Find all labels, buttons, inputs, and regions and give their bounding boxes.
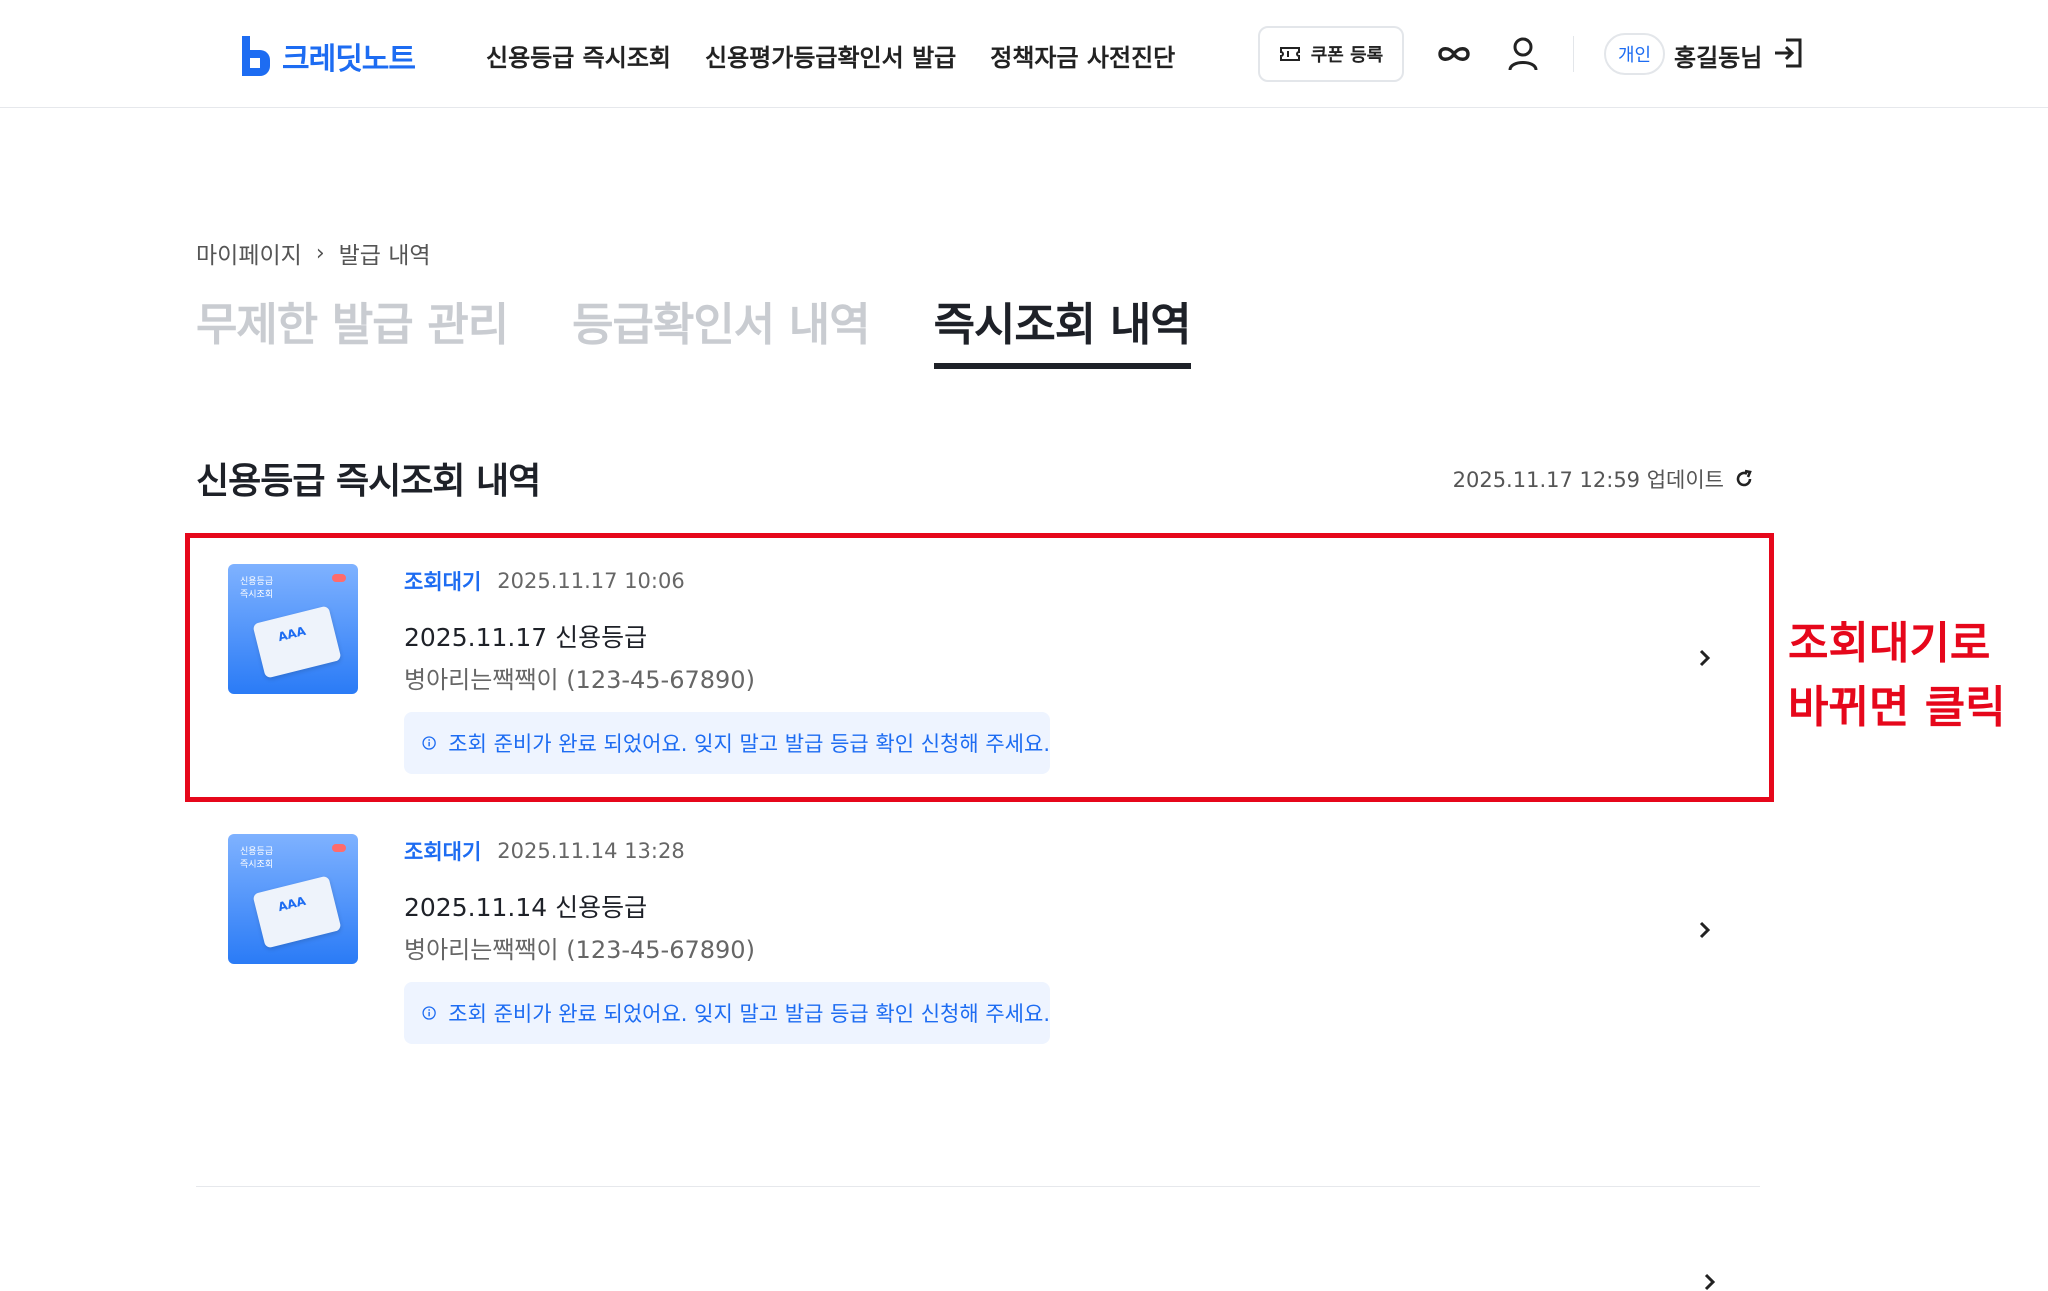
notice-text: 조회 준비가 완료 되었어요. 잊지 말고 발급 등급 확인 신청해 주세요. [448,1002,1050,1026]
thumb-card: AAA [252,875,342,949]
breadcrumb-mypage[interactable]: 마이페이지 [196,236,302,270]
highlight-box [185,533,1774,802]
tab-unlimited-issue[interactable]: 무제한 발급 관리 [196,288,509,369]
annotation-line-1: 조회대기로 [1788,618,1991,669]
chevron-right-icon[interactable] [1694,920,1714,940]
tab-certificate-history[interactable]: 등급확인서 내역 [572,288,870,369]
nav-policy-fund[interactable]: 정책자금 사전진단 [990,38,1175,73]
thumb-grade: AAA [276,893,308,915]
last-updated-text: 2025.11.17 12:59 업데이트 [1452,468,1724,492]
top-header: 크레딧노트 신용등급 즉시조회 신용평가등급확인서 발급 정책자금 사전진단 쿠… [0,0,2048,108]
status-line: 조회대기 2025.11.14 13:28 [404,836,685,866]
credit-thumbnail: 신용등급 즉시조회 AAA [228,834,358,964]
person-icon [1508,37,1538,71]
info-notice: 조회 준비가 완료 되었어요. 잊지 말고 발급 등급 확인 신청해 주세요. [404,982,1050,1044]
breadcrumb-separator: › [315,240,325,266]
logout-icon[interactable] [1772,36,1806,70]
logo-text: 크레딧노트 [282,42,416,77]
annotation-line-2: 바뀌면 클릭 [1788,682,2006,733]
profile-button[interactable] [1503,34,1543,74]
status-badge: 조회대기 [404,840,482,864]
list-divider [196,1186,1760,1187]
item-company: 병아리는짹짹이 (123-45-67890) [404,936,755,964]
annotation-text: 조회대기로 바뀌면 클릭 [1788,612,2006,740]
unlimited-button[interactable] [1434,34,1474,74]
user-name[interactable]: 홍길동님 [1674,38,1762,73]
breadcrumb: 마이페이지 › 발급 내역 [196,236,431,270]
header-divider [1573,36,1574,72]
coupon-register-label: 쿠폰 등록 [1310,45,1384,66]
logo[interactable]: 크레딧노트 [240,34,416,78]
nav-certificate-issue[interactable]: 신용평가등급확인서 발급 [705,38,956,73]
nav-instant-grade[interactable]: 신용등급 즉시조회 [486,38,671,73]
thumb-pill [332,844,346,852]
refresh-icon[interactable] [1734,469,1754,489]
tab-instant-history[interactable]: 즉시조회 내역 [933,288,1192,369]
logo-mark-icon [242,36,270,76]
chevron-right-icon[interactable] [1699,1272,1719,1291]
list-item[interactable]: 신용등급 즉시조회 AAA 조회대기 2025.11.14 13:28 2025… [196,806,1760,1056]
last-updated[interactable]: 2025.11.17 12:59 업데이트 [1453,464,1754,494]
breadcrumb-current: 발급 내역 [338,243,431,269]
main-nav: 신용등급 즉시조회 신용평가등급확인서 발급 정책자금 사전진단 [486,38,1175,73]
item-title: 2025.11.14 신용등급 [404,893,648,922]
thumb-label: 신용등급 즉시조회 [240,847,274,870]
coupon-register-button[interactable]: 쿠폰 등록 [1258,26,1404,82]
ticket-icon [1279,47,1300,61]
info-icon [422,1006,436,1020]
history-tabs: 무제한 발급 관리 등급확인서 내역 즉시조회 내역 [196,288,1192,369]
section-title: 신용등급 즉시조회 내역 [196,461,541,502]
status-date: 2025.11.14 13:28 [497,839,685,863]
account-type-badge: 개인 [1604,33,1666,75]
infinity-icon [1438,47,1470,61]
